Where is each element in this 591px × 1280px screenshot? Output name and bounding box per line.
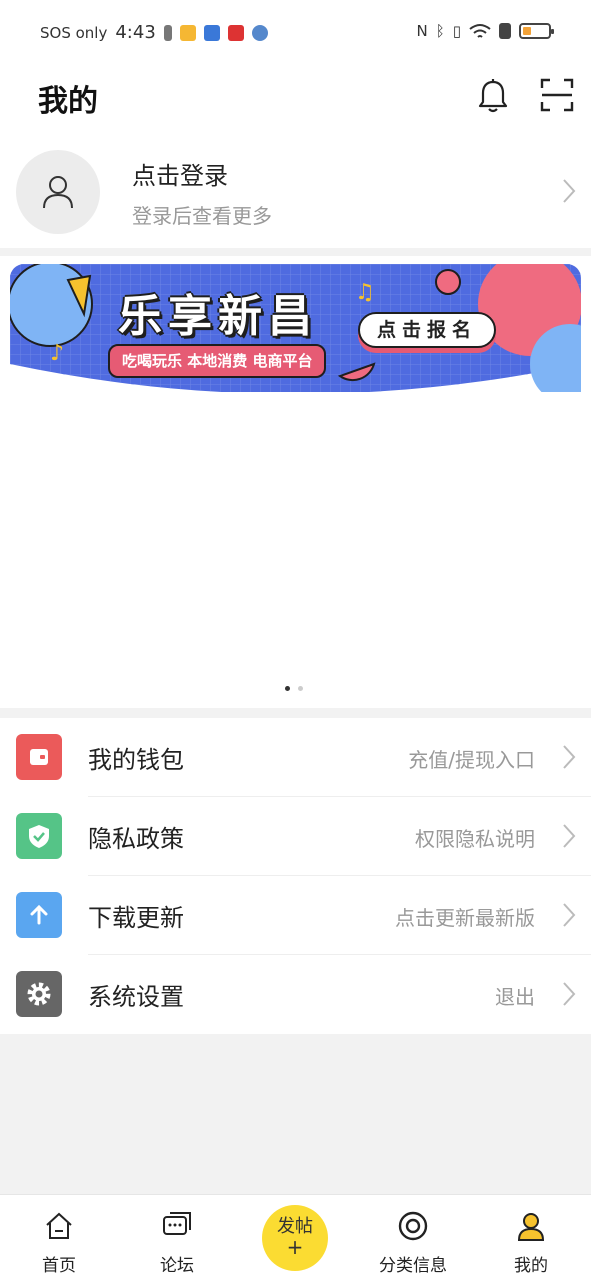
post-button-label: 发帖 xyxy=(277,1216,313,1237)
menu-row-subtitle: 退出 xyxy=(495,985,535,1009)
chat-bubbles-icon xyxy=(163,1212,191,1235)
status-time: 4:43 xyxy=(115,22,156,43)
login-title[interactable]: 点击登录 xyxy=(132,156,228,191)
notification-app-icon xyxy=(179,24,196,41)
menu-row-title: 下载更新 xyxy=(88,904,184,932)
menu-row[interactable]: 系统设置 退出 xyxy=(0,955,591,1034)
page-indicator xyxy=(285,686,303,691)
menu-row-icon xyxy=(16,734,62,780)
svg-text:♪: ♪ xyxy=(50,341,64,366)
menu-row[interactable]: 隐私政策 权限隐私说明 xyxy=(0,797,591,876)
page-dot-active xyxy=(285,686,290,691)
status-bar: SOS only 4:43 N ᛒ ▯ xyxy=(0,0,591,66)
tab-home[interactable]: 首页 xyxy=(9,1195,109,1280)
menu-row-subtitle: 充值/提现入口 xyxy=(408,748,535,772)
alert-icon xyxy=(499,23,511,39)
plus-icon: + xyxy=(286,1235,304,1259)
tab-forum[interactable]: 论坛 xyxy=(127,1195,227,1280)
tab-mine[interactable]: 我的 xyxy=(481,1195,581,1280)
page-dot xyxy=(298,686,303,691)
notification-app-icon xyxy=(251,24,268,41)
menu-row-icon xyxy=(16,892,62,938)
battery-icon xyxy=(519,23,554,39)
login-card[interactable]: 点击登录 登录后查看更多 xyxy=(0,136,591,248)
wallet-icon xyxy=(30,749,48,765)
status-bar-left: SOS only 4:43 xyxy=(40,22,268,43)
home-icon xyxy=(46,1212,72,1239)
user-active-icon xyxy=(517,1213,545,1241)
notification-app-icon xyxy=(203,24,220,41)
tab-forum-label: 论坛 xyxy=(160,1256,194,1276)
login-subtitle: 登录后查看更多 xyxy=(132,204,272,228)
svg-text:♫: ♫ xyxy=(355,280,375,305)
notification-app-icon xyxy=(227,24,244,41)
feature-section: 我的主页我的粉丝我的关注赚天姥豆我的等级浏览记录挑战任务我的收藏我的草稿我的卡包… xyxy=(0,256,591,708)
settings-menu: 我的钱包 充值/提现入口隐私政策 权限隐私说明下载更新 点击更新最新版系统设置 退出 xyxy=(0,718,591,1034)
gear-icon xyxy=(27,982,51,1006)
category-ring-icon xyxy=(398,1211,428,1241)
menu-row[interactable]: 下载更新 点击更新最新版 xyxy=(0,876,591,955)
bluetooth-icon: ᛒ xyxy=(435,22,445,40)
chevron-right-icon xyxy=(563,179,576,203)
tab-home-label: 首页 xyxy=(42,1256,76,1276)
carrier-label: SOS only xyxy=(40,23,108,42)
menu-row-subtitle: 权限隐私说明 xyxy=(415,827,535,851)
page-header: 我的 xyxy=(0,66,591,136)
chevron-right-icon xyxy=(563,903,576,927)
tab-category-label: 分类信息 xyxy=(379,1256,447,1276)
page-title: 我的 xyxy=(38,84,98,119)
chevron-right-icon xyxy=(563,745,576,769)
nfc-icon: N xyxy=(416,22,428,40)
menu-row-title: 系统设置 xyxy=(88,983,184,1011)
post-button[interactable]: 发帖 + xyxy=(262,1205,328,1271)
menu-row-icon xyxy=(16,813,62,859)
shield-icon xyxy=(29,825,49,848)
banner-tagline: 吃喝玩乐 本地消费 电商平台 xyxy=(108,344,327,378)
status-bar-right: N ᛒ ▯ xyxy=(416,22,554,40)
bell-icon[interactable] xyxy=(476,78,510,114)
scan-icon[interactable] xyxy=(540,78,574,112)
menu-row-title: 我的钱包 xyxy=(88,746,184,774)
bottom-tab-bar: 首页 论坛 发帖 + 分类信息 我的 xyxy=(0,1194,591,1280)
user-icon xyxy=(43,176,73,209)
menu-row[interactable]: 我的钱包 充值/提现入口 xyxy=(0,718,591,797)
sim-icon xyxy=(163,24,172,41)
upload-arrow-icon xyxy=(30,904,48,925)
menu-row-subtitle: 点击更新最新版 xyxy=(395,906,535,930)
avatar[interactable] xyxy=(16,150,100,234)
chevron-right-icon xyxy=(563,982,576,1006)
menu-row-title: 隐私政策 xyxy=(88,825,184,853)
menu-row-icon xyxy=(16,971,62,1017)
banner-signup-button[interactable]: 点击报名 xyxy=(358,312,496,348)
tab-category[interactable]: 分类信息 xyxy=(363,1195,463,1280)
banner-title: 乐享新昌 xyxy=(118,291,318,342)
tab-mine-label: 我的 xyxy=(514,1256,548,1276)
chevron-right-icon xyxy=(563,824,576,848)
vibrate-icon: ▯ xyxy=(452,22,461,40)
promo-banner[interactable]: 我的主页我的粉丝我的关注赚天姥豆我的等级浏览记录挑战任务我的收藏我的草稿我的卡包… xyxy=(10,264,581,392)
wifi-icon xyxy=(469,24,491,38)
